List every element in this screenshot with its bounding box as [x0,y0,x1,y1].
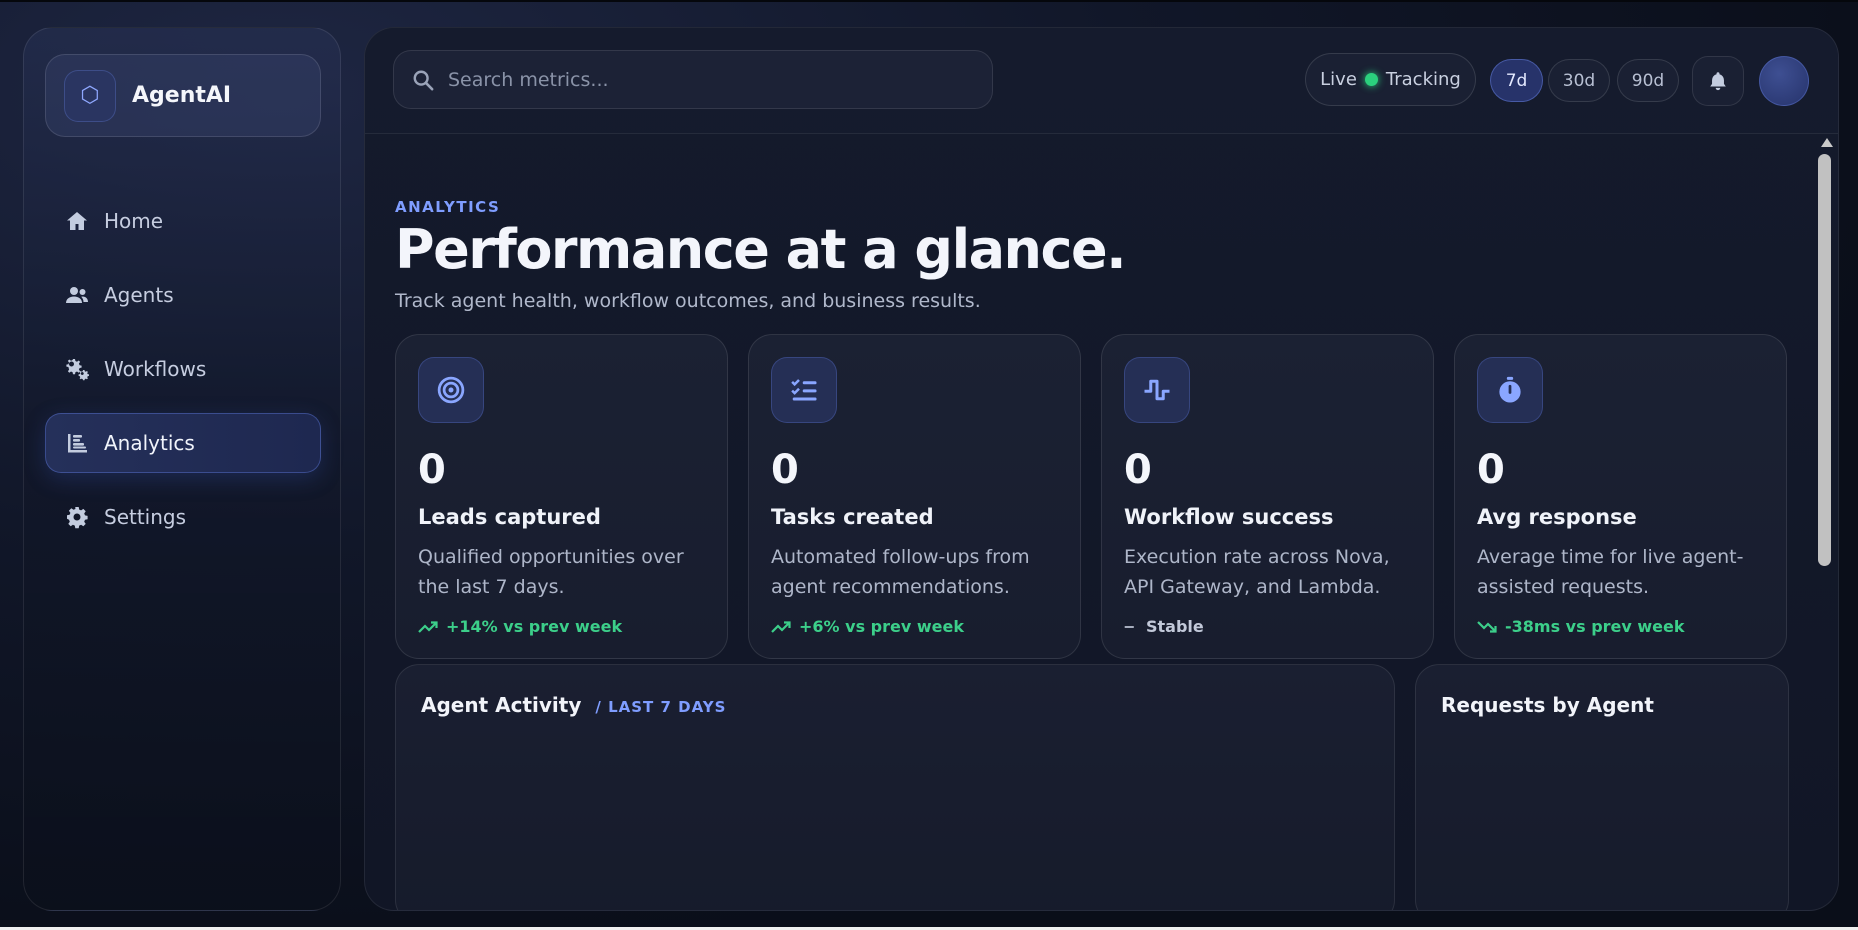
metric-card-workflow-success[interactable]: 0 Workflow success Execution rate across… [1101,334,1434,659]
range-7d-button[interactable]: 7d [1490,59,1543,102]
requests-by-agent-panel: Requests by Agent [1415,664,1789,910]
scrollbar-thumb[interactable] [1818,154,1831,566]
notifications-button[interactable] [1692,56,1744,106]
sidebar-item-agents[interactable]: Agents [45,265,321,325]
trend-up-icon [418,620,438,633]
live-tracking-pill[interactable]: Live Tracking [1305,53,1476,106]
metric-value: 0 [1477,447,1505,493]
home-icon [64,208,90,234]
gears-icon [64,356,90,382]
metric-value: 0 [771,447,799,493]
metric-card-avg-response[interactable]: 0 Avg response Average time for live age… [1454,334,1787,659]
metric-label: Workflow success [1124,505,1334,529]
metric-trend: +14% vs prev week [418,617,622,636]
trend-up-icon [771,620,791,633]
sidebar-item-label: Agents [104,283,174,307]
gear-icon [64,504,90,530]
metric-label: Avg response [1477,505,1637,529]
metric-trend: +6% vs prev week [771,617,964,636]
requests-by-agent-title: Requests by Agent [1441,693,1654,717]
checklist-icon [771,357,837,423]
tracking-label: Tracking [1385,69,1461,90]
chart-icon [64,430,90,456]
brand[interactable]: ⬡ AgentAI [45,54,321,137]
metric-trend: Stable [1124,617,1204,636]
live-status-dot [1364,73,1378,86]
sidebar-item-settings[interactable]: Settings [45,487,321,547]
live-label: Live [1320,69,1357,90]
metric-label: Tasks created [771,505,934,529]
agent-activity-panel: Agent Activity / LAST 7 DAYS [395,664,1395,910]
sidebar-item-label: Analytics [104,431,195,455]
metric-trend-text: Stable [1146,617,1204,636]
page-subtitle: Track agent health, workflow outcomes, a… [395,290,981,312]
trend-down-icon [1477,620,1497,633]
metric-value: 0 [1124,447,1152,493]
metric-card-tasks[interactable]: 0 Tasks created Automated follow-ups fro… [748,334,1081,659]
panel-title: Agent Activity / LAST 7 DAYS [421,693,726,717]
users-icon [64,282,90,308]
search-input[interactable] [448,68,968,91]
metric-cards: 0 Leads captured Qualified opportunities… [395,334,1789,659]
metric-label: Leads captured [418,505,601,529]
range-90d-button[interactable]: 90d [1617,59,1679,102]
metric-description: Execution rate across Nova, API Gateway,… [1124,546,1390,598]
metric-trend-text: +6% vs prev week [799,617,964,636]
metric-card-leads[interactable]: 0 Leads captured Qualified opportunities… [395,334,728,659]
hexagon-icon: ⬡ [64,69,116,122]
page-title: Performance at a glance. [395,218,1127,281]
avatar[interactable] [1759,56,1809,106]
bell-icon [1710,72,1726,91]
panel-title: Requests by Agent [1441,693,1654,717]
target-icon [418,357,484,423]
brand-name: AgentAI [132,83,232,108]
metric-description: Average time for live agent-assisted req… [1477,546,1744,598]
agent-activity-title: Agent Activity [421,693,582,717]
sidebar-item-label: Home [104,209,164,233]
range-30d-button[interactable]: 30d [1548,59,1610,102]
metric-trend: -38ms vs prev week [1477,617,1685,636]
metric-description: Qualified opportunities over the last 7 … [418,546,684,598]
search-icon [413,70,434,90]
metric-description: Automated follow-ups from agent recommen… [771,546,1030,598]
main-panel: Live Tracking 7d 30d 90d ANALYTICS Perfo… [364,27,1839,911]
sidebar-nav: Home Agents Workflows Analytics Settings [45,191,321,561]
sidebar: ⬡ AgentAI Home Agents Workflows Analytic… [23,27,341,911]
analytics-content: ANALYTICS Performance at a glance. Track… [395,134,1805,910]
sidebar-item-home[interactable]: Home [45,191,321,251]
scroll-up-arrow-icon[interactable] [1821,138,1833,147]
metric-value: 0 [418,447,446,493]
sidebar-item-label: Settings [104,505,187,529]
metric-trend-text: +14% vs prev week [446,617,623,636]
page-eyebrow: ANALYTICS [395,198,501,216]
search-box[interactable] [393,50,993,109]
metric-trend-text: -38ms vs prev week [1505,617,1685,636]
pulse-icon [1124,357,1190,423]
app-frame: ⬡ AgentAI Home Agents Workflows Analytic… [0,0,1858,930]
topbar: Live Tracking 7d 30d 90d [365,28,1838,134]
sidebar-item-label: Workflows [104,357,207,381]
trend-flat-icon [1124,625,1134,628]
vertical-scrollbar[interactable] [1812,134,1838,910]
sidebar-item-workflows[interactable]: Workflows [45,339,321,399]
stopwatch-icon [1477,357,1543,423]
sidebar-item-analytics[interactable]: Analytics [45,413,321,473]
agent-activity-range-tag: / LAST 7 DAYS [595,698,727,716]
